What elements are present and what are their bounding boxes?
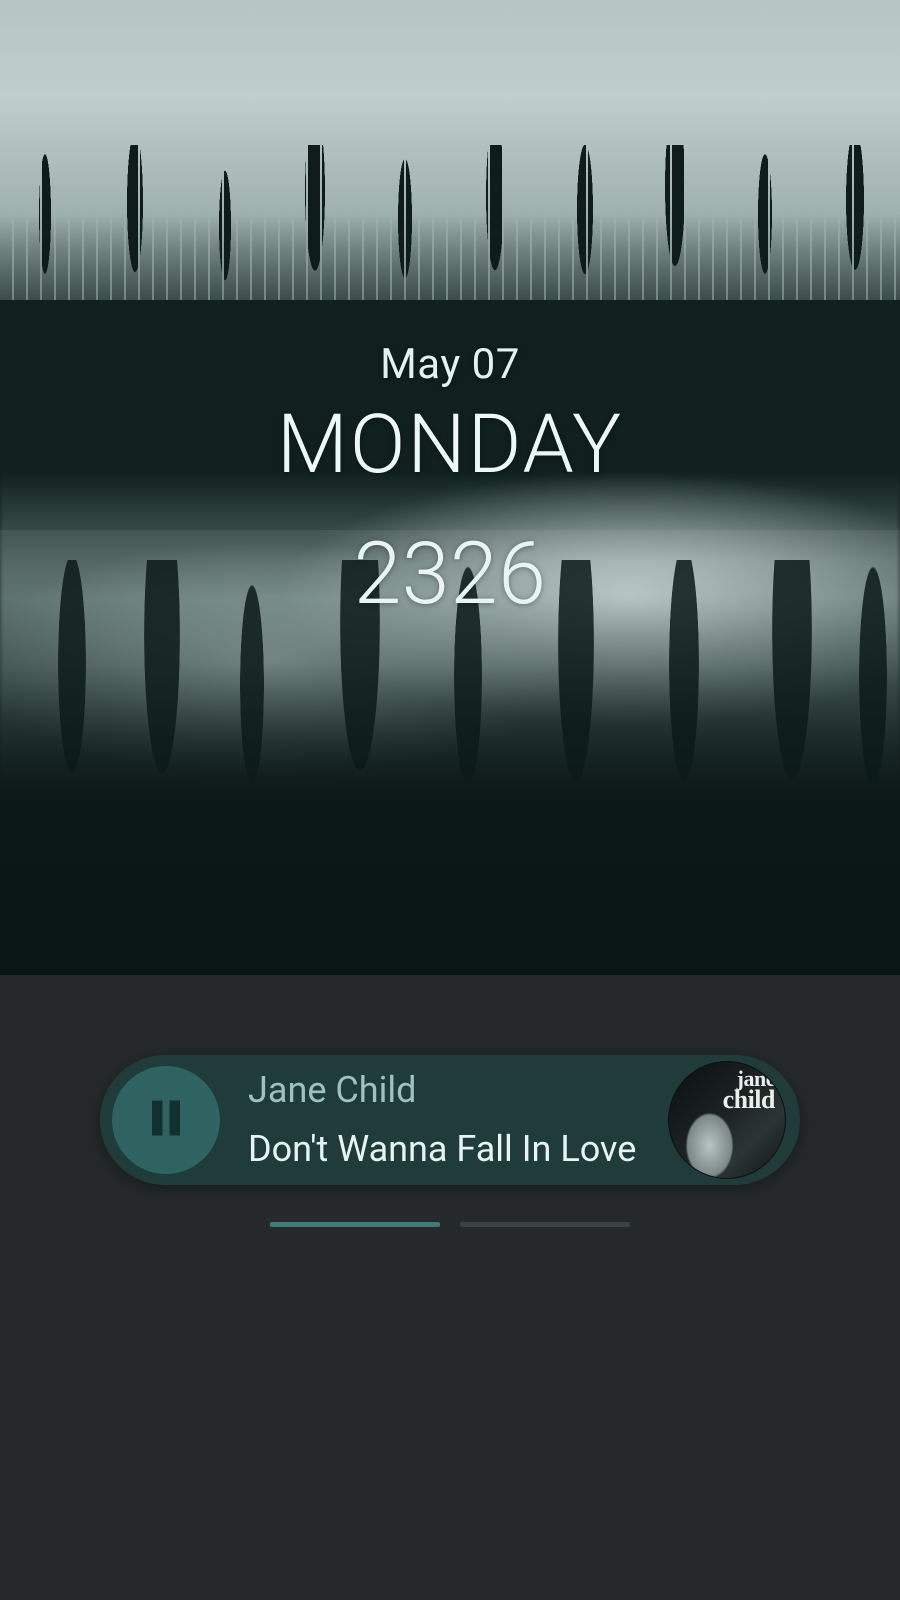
- pause-icon: [145, 1097, 187, 1143]
- album-art-text-line2: Child: [723, 1089, 775, 1111]
- track-artist: Jane Child: [248, 1066, 640, 1115]
- album-art[interactable]: jane Child: [668, 1061, 786, 1179]
- page-dot-1[interactable]: [270, 1222, 440, 1227]
- track-info: Jane Child Don't Wanna Fall In Love: [248, 1066, 640, 1173]
- date-label: May 07: [0, 340, 900, 389]
- page-indicator[interactable]: [0, 1222, 900, 1227]
- track-title: Don't Wanna Fall In Love: [248, 1125, 640, 1174]
- time-label: 2326: [0, 523, 900, 624]
- album-art-text: jane Child: [723, 1070, 775, 1111]
- day-label: MONDAY: [0, 397, 900, 493]
- wallpaper-background: May 07 MONDAY 2326: [0, 0, 900, 975]
- music-widget[interactable]: Jane Child Don't Wanna Fall In Love jane…: [100, 1055, 800, 1185]
- clock-widget[interactable]: May 07 MONDAY 2326: [0, 340, 900, 624]
- page-dot-2[interactable]: [460, 1222, 630, 1227]
- play-pause-button[interactable]: [112, 1066, 220, 1174]
